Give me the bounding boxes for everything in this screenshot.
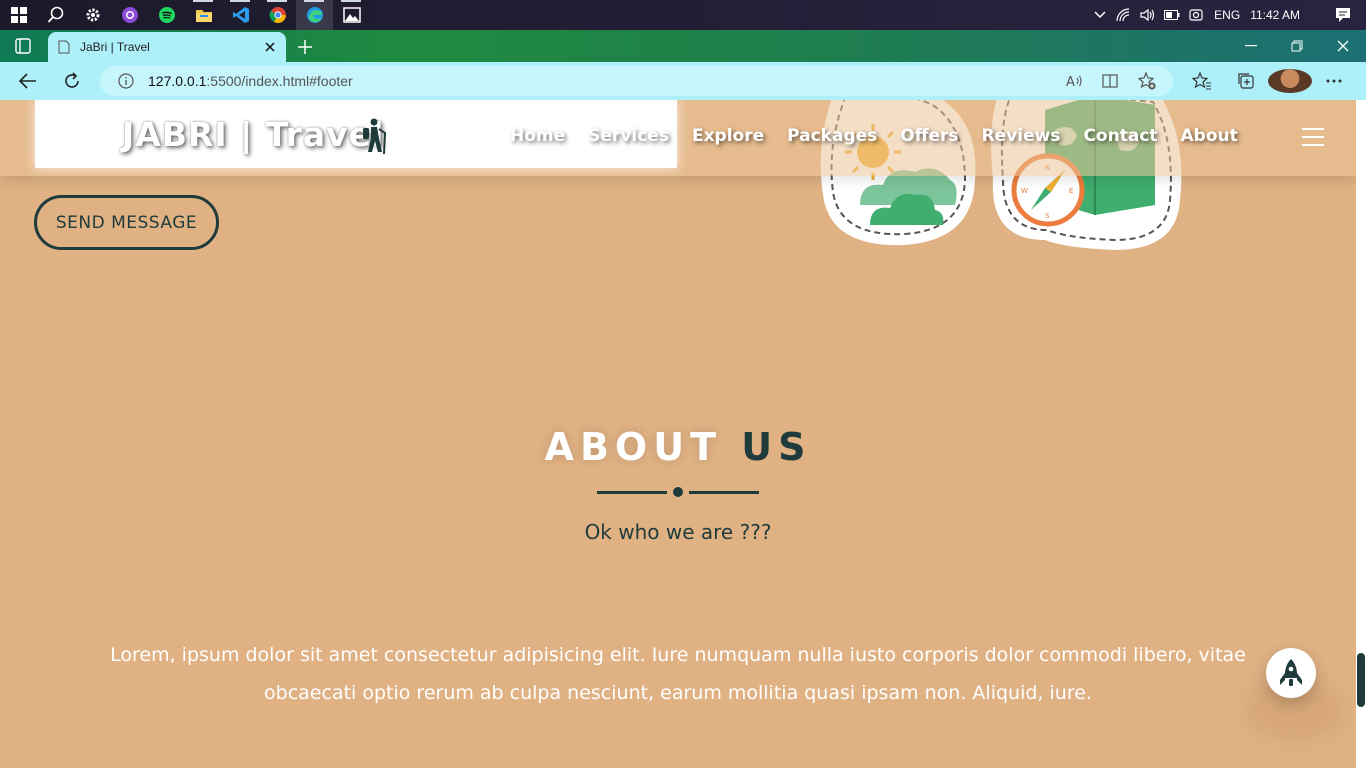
back-arrow-icon	[19, 73, 36, 89]
url-path: :5500/index.html#footer	[206, 73, 353, 89]
collections-icon[interactable]	[1224, 72, 1268, 90]
notifications-icon[interactable]	[1320, 0, 1366, 30]
nav-home[interactable]: Home	[510, 126, 565, 146]
nav-explore[interactable]: Explore	[692, 126, 764, 146]
scroll-to-top-button[interactable]	[1266, 648, 1316, 698]
spotify-icon[interactable]	[148, 0, 185, 30]
web-page: N S W E JABRI | Travel Home Services Exp…	[0, 100, 1356, 768]
running-indicator	[304, 0, 324, 2]
nav-services[interactable]: Services	[588, 126, 669, 146]
chrome-icon[interactable]	[259, 0, 296, 30]
restore-button[interactable]	[1274, 30, 1320, 62]
plus-icon	[298, 40, 312, 54]
immersive-reader-icon[interactable]	[1093, 73, 1129, 89]
title-divider	[597, 486, 759, 498]
nav-offers[interactable]: Offers	[900, 126, 958, 146]
about-title: ABOUT US	[0, 425, 1356, 469]
refresh-button[interactable]	[50, 62, 94, 100]
page-icon	[58, 40, 70, 54]
close-window-button[interactable]	[1320, 30, 1366, 62]
running-indicator	[193, 0, 213, 2]
running-indicator	[341, 0, 361, 2]
system-tray: ENG 11:42 AM	[1088, 0, 1366, 30]
hiker-icon	[363, 118, 387, 154]
back-button[interactable]	[6, 62, 50, 100]
address-bar[interactable]: 127.0.0.1:5500/index.html#footer A	[100, 66, 1173, 96]
wifi-icon[interactable]	[1112, 0, 1136, 30]
settings-icon[interactable]	[74, 0, 111, 30]
tab-actions-icon[interactable]	[0, 30, 46, 62]
nav-contact[interactable]: Contact	[1083, 126, 1157, 146]
about-paragraph: Lorem, ipsum dolor sit amet consectetur …	[110, 644, 1246, 704]
menu-hamburger-icon[interactable]	[1302, 128, 1324, 152]
page-scrollbar[interactable]	[1356, 100, 1366, 768]
read-aloud-icon[interactable]: A	[1057, 73, 1093, 89]
main-nav: Home Services Explore Packages Offers Re…	[510, 126, 1261, 146]
browser-toolbar: 127.0.0.1:5500/index.html#footer A	[0, 62, 1366, 100]
close-tab-icon[interactable]	[264, 41, 276, 53]
minimize-button[interactable]	[1228, 30, 1274, 62]
svg-text:W: W	[1021, 187, 1028, 195]
profile-avatar[interactable]	[1268, 69, 1312, 93]
chevron-up-icon[interactable]	[1088, 0, 1112, 30]
running-indicator	[230, 0, 250, 2]
toolbar-right	[1180, 62, 1356, 100]
tab-title: JaBri | Travel	[80, 40, 150, 54]
battery-icon[interactable]	[1160, 0, 1184, 30]
windows-taskbar: ENG 11:42 AM	[0, 0, 1366, 30]
new-tab-button[interactable]	[292, 34, 318, 60]
send-message-button[interactable]: SEND MESSAGE	[34, 195, 219, 250]
clock[interactable]: 11:42 AM	[1250, 8, 1300, 22]
scrollbar-thumb[interactable]	[1357, 653, 1365, 707]
browser-tab-active[interactable]: JaBri | Travel	[48, 32, 286, 62]
nav-packages[interactable]: Packages	[787, 126, 877, 146]
avatar	[1268, 69, 1312, 93]
svg-text:E: E	[1069, 187, 1073, 195]
github-desktop-icon[interactable]	[111, 0, 148, 30]
search-icon[interactable]	[37, 0, 74, 30]
running-indicator	[267, 0, 287, 2]
info-icon[interactable]	[118, 73, 134, 89]
svg-text:S: S	[1045, 212, 1050, 220]
window-controls	[1228, 30, 1366, 62]
site-header: JABRI | Travel Home Services Explore Pac…	[0, 100, 1356, 176]
url-text[interactable]: 127.0.0.1:5500/index.html#footer	[148, 73, 353, 89]
edge-icon[interactable]	[296, 0, 333, 30]
favorites-icon[interactable]	[1180, 72, 1224, 90]
more-options-icon[interactable]	[1312, 79, 1356, 83]
nav-about[interactable]: About	[1181, 126, 1238, 146]
address-bar-actions: A	[1057, 66, 1165, 96]
about-subtitle: Ok who we are ???	[584, 520, 772, 544]
file-explorer-icon[interactable]	[185, 0, 222, 30]
language-indicator[interactable]: ENG	[1214, 8, 1240, 22]
brand-logo[interactable]: JABRI | Travel	[122, 115, 384, 154]
url-host: 127.0.0.1	[148, 73, 207, 89]
nav-reviews[interactable]: Reviews	[982, 126, 1061, 146]
about-title-word-1: ABOUT	[544, 425, 722, 469]
camera-icon[interactable]	[1184, 0, 1208, 30]
vscode-icon[interactable]	[222, 0, 259, 30]
photos-icon[interactable]	[333, 0, 370, 30]
windows-start-icon[interactable]	[0, 0, 37, 30]
volume-icon[interactable]	[1136, 0, 1160, 30]
add-favorite-icon[interactable]	[1129, 72, 1165, 90]
rocket-icon	[1280, 659, 1302, 686]
refresh-icon	[65, 72, 79, 88]
svg-text:A: A	[1066, 75, 1075, 89]
about-title-word-2: US	[741, 425, 812, 469]
browser-tab-strip: JaBri | Travel	[0, 30, 1366, 62]
